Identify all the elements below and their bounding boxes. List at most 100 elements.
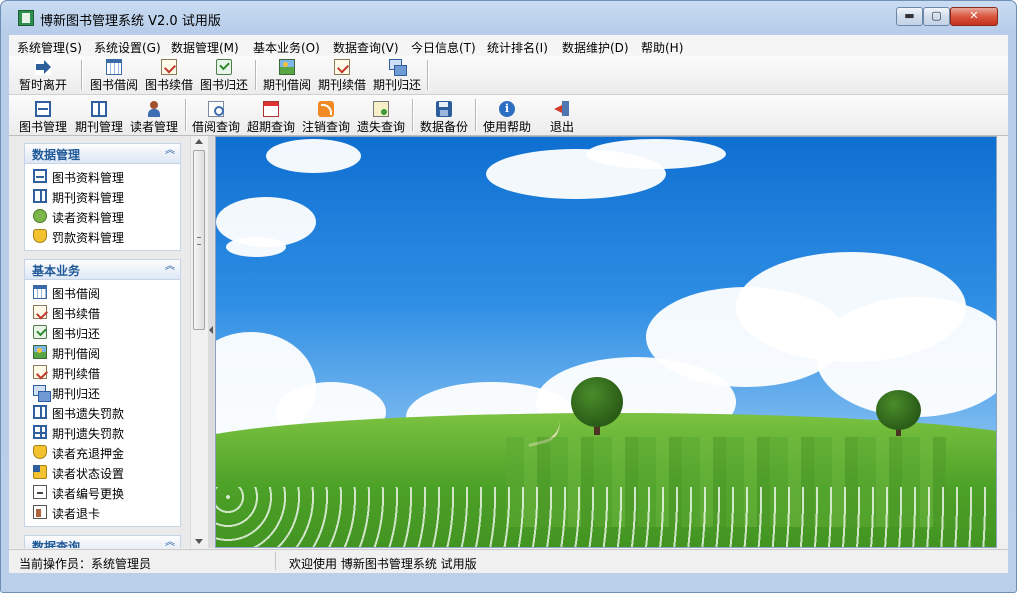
nav-item-label: 期刊归还 xyxy=(52,387,101,401)
client-area: 系统管理(S) 系统设置(G) 数据管理(M) 基本业务(O) 数据查询(V) … xyxy=(9,35,1008,573)
floppy-disk-icon xyxy=(436,101,452,117)
document-plus-icon xyxy=(373,101,389,117)
group-data-query: 数据查询 ︽ xyxy=(24,535,181,548)
tb-journal-manage-label: 期刊管理 xyxy=(75,120,124,134)
content-edge xyxy=(997,136,1008,548)
tb-book-return-button[interactable]: 图书归还 xyxy=(200,59,248,93)
cloud xyxy=(586,139,726,169)
check-icon xyxy=(33,325,47,339)
menu-settings[interactable]: 系统设置(G) xyxy=(94,39,161,56)
nav-item-label: 期刊续借 xyxy=(52,367,101,381)
nav-item-label: 图书续借 xyxy=(52,307,101,321)
tb-journal-return-label: 期刊归还 xyxy=(373,78,422,92)
picture-icon xyxy=(33,345,47,359)
close-button[interactable]: ✕ xyxy=(950,7,998,26)
scroll-up-icon[interactable] xyxy=(195,139,203,144)
lock-icon xyxy=(33,465,47,479)
tb-journal-renew-button[interactable]: 期刊续借 xyxy=(318,59,366,93)
tb-leave-label: 暂时离开 xyxy=(19,78,68,92)
tb-overdue-query-button[interactable]: 超期查询 xyxy=(247,101,295,135)
tb-book-borrow-button[interactable]: 图书借阅 xyxy=(90,59,138,93)
nav-item-label: 读者充退押金 xyxy=(52,447,125,461)
tb-cancel-query-button[interactable]: 注销查询 xyxy=(302,101,350,135)
group-header[interactable]: 数据管理 ︽ xyxy=(25,144,180,164)
menu-business[interactable]: 基本业务(O) xyxy=(253,39,320,56)
app-icon xyxy=(18,10,34,26)
tb-book-renew-button[interactable]: 图书续借 xyxy=(145,59,193,93)
nav-item-label: 期刊资料管理 xyxy=(52,191,125,205)
grip-icon xyxy=(197,237,201,245)
scroll-down-icon[interactable] xyxy=(195,539,203,544)
cloud xyxy=(226,237,286,257)
journal-icon xyxy=(91,101,107,117)
menu-query[interactable]: 数据查询(V) xyxy=(333,39,399,56)
tb-journal-return-button[interactable]: 期刊归还 xyxy=(373,59,421,93)
nav-item-label: 读者编号更换 xyxy=(52,487,125,501)
notepad-icon xyxy=(33,305,47,319)
tb-borrow-query-label: 借阅查询 xyxy=(192,120,241,134)
toolbar-separator xyxy=(427,60,428,90)
menu-data[interactable]: 数据管理(M) xyxy=(171,39,239,56)
tree xyxy=(876,390,921,430)
maximize-button[interactable]: ▢ xyxy=(923,7,950,26)
card-icon xyxy=(33,485,47,499)
id-card-icon xyxy=(33,505,47,519)
background-scenery xyxy=(215,136,997,548)
panel-splitter[interactable] xyxy=(208,136,215,548)
tb-book-manage-button[interactable]: 图书管理 xyxy=(19,101,67,135)
tb-reader-manage-button[interactable]: 读者管理 xyxy=(130,101,178,135)
status-divider xyxy=(275,552,276,570)
book-icon xyxy=(33,169,47,183)
tb-leave-button[interactable]: 暂时离开 xyxy=(19,59,67,93)
scrollbar-thumb[interactable] xyxy=(193,150,205,330)
nav-item-label: 期刊借阅 xyxy=(52,347,101,361)
collapse-left-icon[interactable] xyxy=(209,326,213,334)
tb-journal-renew-label: 期刊续借 xyxy=(318,78,367,92)
nav-item-label: 读者退卡 xyxy=(52,507,101,521)
toolbar-separator xyxy=(475,99,476,131)
group-title: 数据查询 xyxy=(32,540,81,548)
tb-backup-button[interactable]: 数据备份 xyxy=(420,101,468,135)
tb-book-borrow-label: 图书借阅 xyxy=(90,78,139,92)
tb-exit-button[interactable]: 退出 xyxy=(550,101,574,135)
reader-face-icon xyxy=(33,209,47,223)
nav-item-label: 图书遗失罚款 xyxy=(52,407,125,421)
rss-icon xyxy=(318,101,334,117)
group-basic-business: 基本业务 ︽ 图书借阅 图书续借 图书归还 期刊借阅 期刊续借 期刊归还 图书遗… xyxy=(24,259,181,527)
toolbar-separator xyxy=(412,99,413,131)
tb-borrow-query-button[interactable]: 借阅查询 xyxy=(192,101,240,135)
collapse-chevron-icon[interactable]: ︽ xyxy=(164,262,176,274)
menu-stats[interactable]: 统计排名(I) xyxy=(487,39,548,56)
toolbar-business: 暂时离开 图书借阅 图书续借 图书归还 期刊借阅 期刊续借 期刊归还 xyxy=(9,56,1008,95)
tb-backup-label: 数据备份 xyxy=(420,120,469,134)
calendar-icon xyxy=(33,285,47,299)
navigation-panel: 数据管理 ︽ 图书资料管理 期刊资料管理 读者资料管理 罚款资料管理 基本业务 … xyxy=(9,136,209,548)
info-icon: i xyxy=(499,101,515,117)
cloud xyxy=(266,139,361,173)
nav-item-label: 读者状态设置 xyxy=(52,467,125,481)
menu-help[interactable]: 帮助(H) xyxy=(641,39,683,56)
group-header[interactable]: 基本业务 ︽ xyxy=(25,260,180,280)
tb-journal-borrow-button[interactable]: 期刊借阅 xyxy=(263,59,311,93)
badge-icon xyxy=(33,229,47,243)
user-icon xyxy=(146,101,162,117)
panel-scrollbar[interactable] xyxy=(190,136,208,548)
title-bar[interactable]: 博新图书管理系统 V2.0 试用版 ▬ ▢ ✕ xyxy=(1,1,1016,35)
menu-maintenance[interactable]: 数据维护(D) xyxy=(562,39,629,56)
window-title: 博新图书管理系统 V2.0 试用版 xyxy=(40,14,221,29)
group-header[interactable]: 数据查询 ︽ xyxy=(25,536,180,548)
status-bar: 当前操作员：系统管理员 欢迎使用 博新图书管理系统 试用版 xyxy=(9,549,1008,573)
tb-journal-manage-button[interactable]: 期刊管理 xyxy=(75,101,123,135)
minimize-button[interactable]: ▬ xyxy=(896,7,923,26)
tb-overdue-query-label: 超期查询 xyxy=(247,120,296,134)
stacked-windows-icon xyxy=(389,59,407,76)
toolbar-separator xyxy=(185,99,186,131)
tb-lost-query-button[interactable]: 遗失查询 xyxy=(357,101,405,135)
group-data-manage: 数据管理 ︽ 图书资料管理 期刊资料管理 读者资料管理 罚款资料管理 xyxy=(24,143,181,251)
menu-system[interactable]: 系统管理(S) xyxy=(17,39,82,56)
group-title: 数据管理 xyxy=(32,148,81,162)
tb-help-button[interactable]: i 使用帮助 xyxy=(483,101,531,135)
menu-today[interactable]: 今日信息(T) xyxy=(411,39,476,56)
collapse-chevron-icon[interactable]: ︽ xyxy=(164,538,176,548)
collapse-chevron-icon[interactable]: ︽ xyxy=(164,146,176,158)
